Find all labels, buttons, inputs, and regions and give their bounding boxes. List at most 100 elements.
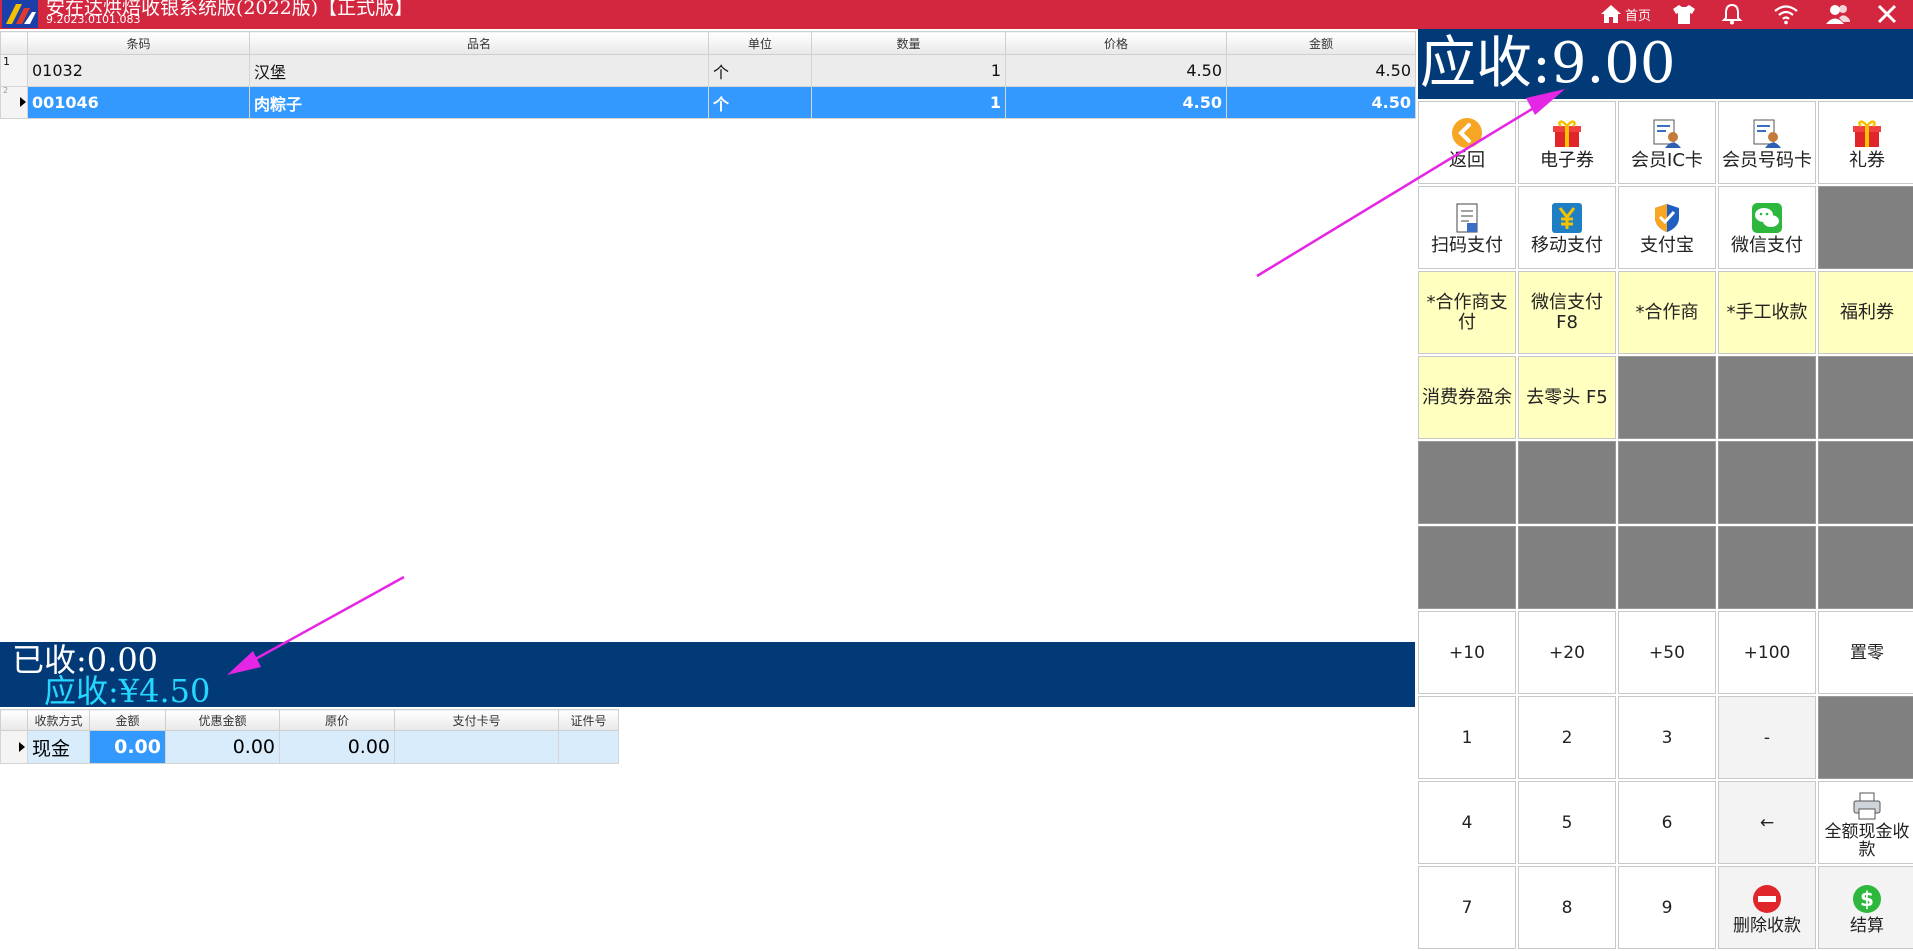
- e-coupon-button[interactable]: 电子券: [1518, 101, 1616, 184]
- header-price[interactable]: 价格: [1005, 31, 1227, 55]
- row-pointer-icon: [20, 97, 26, 107]
- mobile-pay-label: 移动支付: [1531, 234, 1603, 256]
- header-discount[interactable]: 优惠金额: [165, 709, 280, 731]
- gift-coupon-label: 礼券: [1849, 149, 1885, 171]
- cell-method: 现金: [27, 730, 90, 764]
- wechat-pay-f8-label: 微信支付 F8: [1531, 291, 1603, 333]
- user-button[interactable]: [1825, 2, 1851, 26]
- header-card-no[interactable]: 支付卡号: [394, 709, 559, 731]
- digit-7-button[interactable]: 7: [1418, 866, 1516, 949]
- wechat-pay-f8-button[interactable]: 微信支付 F8: [1518, 271, 1616, 354]
- blank-key: [1418, 526, 1516, 609]
- home-label: 首页: [1625, 8, 1652, 24]
- digit-9-button[interactable]: 9: [1618, 866, 1716, 949]
- wechat-pay-button[interactable]: 微信支付: [1718, 186, 1816, 269]
- header-method[interactable]: 收款方式: [27, 709, 90, 731]
- cell-id-no[interactable]: [558, 730, 619, 764]
- skin-button[interactable]: [1672, 2, 1696, 26]
- cell-qty: 1: [811, 86, 1006, 119]
- header-index: [0, 31, 28, 55]
- member-ic-card-button[interactable]: 会员IC卡: [1618, 101, 1716, 184]
- welfare-coupon-label: 福利券: [1840, 301, 1894, 323]
- close-icon: [1877, 4, 1897, 24]
- digit-3-button[interactable]: 3: [1618, 696, 1716, 779]
- scan-pay-label: 扫码支付: [1431, 234, 1503, 256]
- cell-discount[interactable]: 0.00: [165, 730, 280, 764]
- network-button[interactable]: [1773, 2, 1799, 26]
- delete-payment-button[interactable]: 删除收款: [1718, 866, 1816, 949]
- close-button[interactable]: [1876, 2, 1898, 26]
- cell-unit: 个: [708, 54, 812, 87]
- blank-key: [1518, 526, 1616, 609]
- due-header: 应收:9.00: [1418, 29, 1913, 99]
- partner-button[interactable]: *合作商: [1618, 271, 1716, 354]
- blank-key: [1618, 441, 1716, 524]
- voucher-surplus-button[interactable]: 消费券盈余: [1418, 356, 1516, 439]
- alipay-label: 支付宝: [1640, 234, 1694, 256]
- digit-4-button[interactable]: 4: [1418, 781, 1516, 864]
- row-index-number: 2: [3, 86, 9, 95]
- payment-table-header: 收款方式 金额 优惠金额 原价 支付卡号 证件号: [0, 709, 619, 731]
- payment-row[interactable]: 现金 0.00 0.00 0.00: [0, 730, 619, 764]
- header-index: [0, 709, 28, 731]
- partner-label: *合作商: [1635, 301, 1699, 323]
- plus-100-button[interactable]: +100: [1718, 611, 1816, 694]
- app-logo: [2, 0, 38, 28]
- gift-icon: [1853, 119, 1881, 147]
- home-button[interactable]: 首页: [1600, 2, 1651, 26]
- digit-8-button[interactable]: 8: [1518, 866, 1616, 949]
- full-cash-button[interactable]: 全额现金收 款: [1818, 781, 1913, 864]
- welfare-coupon-button[interactable]: 福利券: [1818, 271, 1913, 354]
- plus-10-button[interactable]: +10: [1418, 611, 1516, 694]
- manual-payment-button[interactable]: *手工收款: [1718, 271, 1816, 354]
- keypad: 返回 电子券 会员IC卡 会员号码卡 礼券 扫码支付 移动支付 支付宝 微信支付…: [1418, 101, 1913, 951]
- voucher-surplus-label: 消费券盈余: [1422, 386, 1512, 408]
- table-row-selected[interactable]: 2 001046 肉粽子 个 1 4.50 4.50: [0, 86, 1416, 119]
- blank-key: [1718, 441, 1816, 524]
- blank-key: [1818, 186, 1913, 269]
- checkout-button[interactable]: $ 结算: [1818, 866, 1913, 949]
- member-number-card-button[interactable]: 会员号码卡: [1718, 101, 1816, 184]
- digit-1-button[interactable]: 1: [1418, 696, 1516, 779]
- cell-pay-amount-input[interactable]: 0.00: [89, 730, 166, 764]
- mobile-pay-button[interactable]: 移动支付: [1518, 186, 1616, 269]
- header-pay-amount[interactable]: 金额: [89, 709, 166, 731]
- header-barcode[interactable]: 条码: [27, 31, 250, 55]
- header-original[interactable]: 原价: [279, 709, 395, 731]
- due-amount: 应收:¥4.50: [44, 672, 211, 710]
- backspace-button[interactable]: ←: [1718, 781, 1816, 864]
- round-off-button[interactable]: 去零头 F5: [1518, 356, 1616, 439]
- cell-card-no[interactable]: [394, 730, 559, 764]
- blank-key: [1518, 441, 1616, 524]
- gift-coupon-button[interactable]: 礼券: [1818, 101, 1913, 184]
- blank-key: [1818, 696, 1913, 779]
- digit-2-button[interactable]: 2: [1518, 696, 1616, 779]
- wechat-pay-label: 微信支付: [1731, 234, 1803, 256]
- plus-50-button[interactable]: +50: [1618, 611, 1716, 694]
- yen-icon: [1552, 202, 1582, 233]
- header-unit[interactable]: 单位: [708, 31, 812, 55]
- table-row[interactable]: 1 01032 汉堡 个 1 4.50 4.50: [0, 54, 1416, 87]
- header-qty[interactable]: 数量: [811, 31, 1006, 55]
- cell-original: 0.00: [279, 730, 395, 764]
- header-id-no[interactable]: 证件号: [558, 709, 619, 731]
- scan-pay-button[interactable]: 扫码支付: [1418, 186, 1516, 269]
- blank-key: [1818, 526, 1913, 609]
- digit-6-button[interactable]: 6: [1618, 781, 1716, 864]
- plus-20-button[interactable]: +20: [1518, 611, 1616, 694]
- header-name[interactable]: 品名: [249, 31, 709, 55]
- bell-icon: [1721, 3, 1743, 25]
- shield-icon: [1655, 203, 1679, 232]
- cell-qty: 1: [811, 54, 1006, 87]
- printer-icon: [1853, 792, 1881, 819]
- reset-zero-button[interactable]: 置零: [1818, 611, 1913, 694]
- partner-pay-button[interactable]: *合作商支 付: [1418, 271, 1516, 354]
- back-button[interactable]: 返回: [1418, 101, 1516, 184]
- alipay-button[interactable]: 支付宝: [1618, 186, 1716, 269]
- checkout-label: 结算: [1850, 915, 1884, 936]
- minus-button[interactable]: -: [1718, 696, 1816, 779]
- header-amount[interactable]: 金额: [1226, 31, 1416, 55]
- notification-button[interactable]: [1721, 2, 1743, 26]
- digit-5-button[interactable]: 5: [1518, 781, 1616, 864]
- blank-key: [1718, 356, 1816, 439]
